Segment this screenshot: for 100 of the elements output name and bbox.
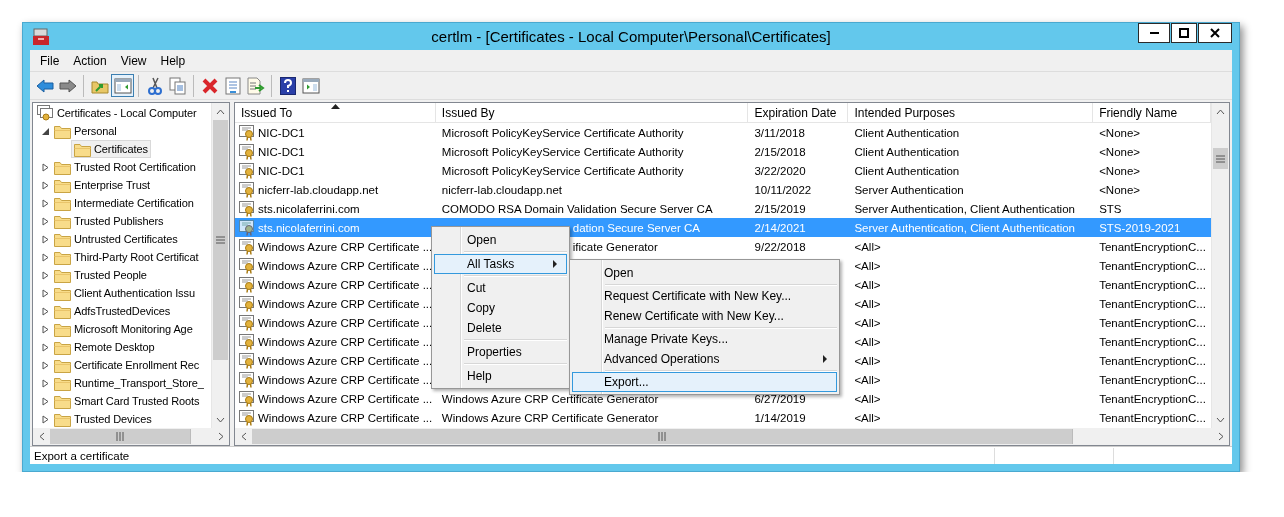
folder-icon xyxy=(74,141,91,157)
tree-item[interactable]: Intermediate Certification xyxy=(51,194,197,212)
tree-label: Certificates - Local Computer xyxy=(57,107,197,119)
tree-item[interactable]: Certificates xyxy=(71,140,151,158)
tree-item[interactable]: Trusted Root Certification xyxy=(51,158,199,176)
certificate-icon xyxy=(239,314,256,331)
tree-item[interactable]: Microsoft Monitoring Age xyxy=(51,320,196,338)
folder-icon xyxy=(54,303,71,319)
menu-item[interactable]: Manage Private Keys... xyxy=(572,329,837,349)
tree-item[interactable]: Remote Desktop xyxy=(51,338,158,356)
column-header[interactable]: Expiration Date xyxy=(748,103,849,122)
down-chevron-icon xyxy=(216,416,225,423)
table-cell: TenantEncryptionC... xyxy=(1099,392,1206,405)
expanded-triangle-icon[interactable] xyxy=(40,126,50,136)
maximize-button[interactable] xyxy=(1171,23,1197,43)
menu-item[interactable]: Open xyxy=(572,263,837,283)
scroll-thumb[interactable] xyxy=(213,120,228,360)
menu-item[interactable]: Properties xyxy=(434,342,567,362)
table-cell: <All> xyxy=(854,240,881,253)
table-cell: <All> xyxy=(854,373,881,386)
collapsed-triangle-icon[interactable] xyxy=(41,270,49,280)
collapsed-triangle-icon[interactable] xyxy=(41,162,49,172)
menu-item[interactable]: Copy xyxy=(434,298,567,318)
menu-item[interactable]: Advanced Operations xyxy=(572,349,837,369)
menu-item[interactable]: Delete xyxy=(434,318,567,338)
menu-item[interactable]: Export... xyxy=(572,372,837,392)
menu-item[interactable]: Open xyxy=(434,230,567,250)
tree-item[interactable]: Trusted Devices xyxy=(51,410,155,428)
panel-icon xyxy=(113,77,132,94)
collapsed-triangle-icon[interactable] xyxy=(41,360,49,370)
tree-item[interactable]: Third-Party Root Certificat xyxy=(51,248,202,266)
collapsed-triangle-icon[interactable] xyxy=(41,288,49,298)
collapsed-triangle-icon[interactable] xyxy=(41,342,49,352)
table-cell: dation Secure Server CA xyxy=(572,221,700,234)
export-button[interactable] xyxy=(244,74,267,97)
menu-item[interactable]: Help xyxy=(153,53,193,68)
menu-item[interactable]: Renew Certificate with New Key... xyxy=(572,306,837,326)
tree-item[interactable]: Trusted Publishers xyxy=(51,212,167,230)
document-icon xyxy=(224,76,241,95)
certificate-icon xyxy=(239,143,256,160)
collapsed-triangle-icon[interactable] xyxy=(41,198,49,208)
table-cell: Windows Azure CRP Certificate ... xyxy=(258,278,433,291)
menu-item[interactable]: Request Certificate with New Key... xyxy=(572,286,837,306)
grip-icon xyxy=(216,236,225,244)
table-cell: TenantEncryptionC... xyxy=(1099,297,1206,310)
folder-icon xyxy=(54,231,71,247)
table-cell: 1/14/2019 xyxy=(754,411,806,424)
tree-item[interactable]: Smart Card Trusted Roots xyxy=(51,392,203,410)
tree-item[interactable]: Trusted People xyxy=(51,266,150,284)
menu-item[interactable]: All Tasks xyxy=(434,254,567,274)
collapsed-triangle-icon[interactable] xyxy=(41,252,49,262)
tree-item[interactable]: AdfsTrustedDevices xyxy=(51,302,174,320)
minimize-button[interactable] xyxy=(1138,23,1170,43)
table-cell: TenantEncryptionC... xyxy=(1099,278,1206,291)
tree-label: Trusted People xyxy=(74,269,147,281)
tree-item[interactable]: Personal xyxy=(51,122,120,140)
table-cell: Microsoft PolicyKeyService Certificate Authority xyxy=(441,126,684,139)
tree-label: Enterprise Trust xyxy=(74,179,151,191)
close-icon xyxy=(1210,28,1220,38)
scroll-thumb[interactable] xyxy=(1213,148,1228,169)
collapsed-triangle-icon[interactable] xyxy=(41,396,49,406)
certificate-icon xyxy=(239,409,256,426)
menu-item[interactable]: Cut xyxy=(434,278,567,298)
column-header[interactable]: Intended Purposes xyxy=(848,103,1094,122)
folder-icon xyxy=(54,267,71,283)
tree-item[interactable]: Enterprise Trust xyxy=(51,176,154,194)
scissors-icon xyxy=(146,76,163,95)
collapsed-triangle-icon[interactable] xyxy=(41,216,49,226)
table-cell: Windows Azure CRP Certificate ... xyxy=(258,240,433,253)
grip-icon xyxy=(658,432,666,441)
table-cell: TenantEncryptionC... xyxy=(1099,316,1206,329)
collapsed-triangle-icon[interactable] xyxy=(41,180,49,190)
close-button[interactable] xyxy=(1198,23,1232,43)
collapsed-triangle-icon[interactable] xyxy=(41,324,49,334)
collapsed-triangle-icon[interactable] xyxy=(41,414,49,424)
tree-item[interactable]: Client Authentication Issu xyxy=(51,284,198,302)
app-icon[interactable] xyxy=(32,27,50,46)
collapsed-triangle-icon[interactable] xyxy=(41,306,49,316)
show-tree-button[interactable] xyxy=(111,74,134,97)
table-cell: COMODO RSA Domain Validation Secure Server CA xyxy=(441,202,713,215)
tree-item[interactable]: Certificate Enrollment Rec xyxy=(51,356,203,374)
certificate-icon xyxy=(239,333,256,350)
table-cell: sts.nicolaferrini.com xyxy=(258,202,360,215)
menu-item[interactable]: Action xyxy=(66,53,114,68)
tree-item[interactable]: Untrusted Certificates xyxy=(51,230,181,248)
table-cell: TenantEncryptionC... xyxy=(1099,373,1206,386)
certificate-icon xyxy=(239,200,256,217)
menu-item[interactable]: Help xyxy=(434,366,567,386)
column-header[interactable]: Issued To xyxy=(235,103,436,122)
tree-item[interactable]: Runtime_Transport_Store_ xyxy=(51,374,207,392)
column-header[interactable]: Issued By xyxy=(435,103,749,122)
menu-item[interactable]: View xyxy=(113,53,154,68)
scroll-thumb[interactable] xyxy=(50,429,191,444)
collapsed-triangle-icon[interactable] xyxy=(41,234,49,244)
menu-item[interactable]: File xyxy=(33,53,67,68)
delete-icon xyxy=(200,76,219,95)
tree-item[interactable]: Certificates - Local Computer xyxy=(34,104,200,122)
table-cell: Windows Azure CRP Certificate ... xyxy=(258,373,433,386)
scroll-thumb[interactable] xyxy=(252,429,1073,444)
collapsed-triangle-icon[interactable] xyxy=(41,378,49,388)
